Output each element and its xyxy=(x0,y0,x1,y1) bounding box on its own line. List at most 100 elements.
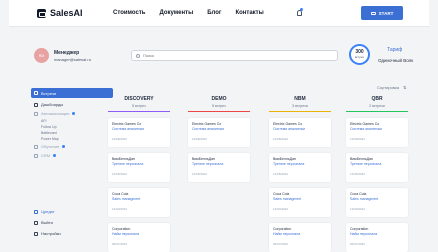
card-date: 05/07/2022 xyxy=(112,242,128,246)
card-date: 12/05/2022 xyxy=(192,172,208,176)
meeting-card[interactable]: Electric Games Co Система аналитики 12/08/… xyxy=(346,118,408,147)
meeting-card[interactable]: Electric Games Co Система аналитики 12/08/… xyxy=(269,118,331,147)
search-box xyxy=(131,50,338,61)
sidebar-item-crm[interactable]: CRM xyxy=(31,151,113,160)
card-company: Corporation xyxy=(350,227,369,231)
start-icon xyxy=(370,11,376,15)
column-header: DISCOVERY 5 встреч xyxy=(108,96,170,112)
chart-icon xyxy=(34,102,38,107)
card-project: Найм персонала xyxy=(112,232,140,236)
meeting-card[interactable]: ВимБелльДан Тренинг персонала 12/05/2022 xyxy=(108,153,170,182)
card-company: ВимБелльДан xyxy=(112,157,135,161)
sidebar-item-label: Цредит xyxy=(41,209,55,214)
card-company: ВимБелльДан xyxy=(350,157,373,161)
card-company: ВимБелльДан xyxy=(273,157,296,161)
column-count: 5 встреч xyxy=(132,104,146,108)
meetings-quota-ring: 300 встреч xyxy=(349,44,370,65)
sidebar-item-meetings[interactable]: Встречи xyxy=(31,88,113,98)
nav-pricing[interactable]: Стоимость xyxy=(113,10,145,16)
notification-dot xyxy=(300,8,303,11)
sidebar-item-credit[interactable]: Цредит xyxy=(31,206,113,217)
card-date: 12/05/2022 xyxy=(273,172,289,176)
sidebar-item-label: Настройки xyxy=(41,231,61,236)
profile[interactable]: RM Менеджер manager@salesai.ru xyxy=(34,48,91,63)
card-project: Тренинг персонала xyxy=(350,162,382,166)
sidebar-item-training[interactable]: Обучение xyxy=(31,142,113,151)
card-date: 12/08/2022 xyxy=(112,137,128,141)
sidebar-item-label: Обучение xyxy=(41,144,60,149)
sidebar: Встречи Дашбоарды Автоматизация AFI Foll… xyxy=(31,88,113,160)
column-header: QBR 2 встречи xyxy=(346,96,408,112)
card-project: Система аналитики xyxy=(112,127,144,131)
card-company: Electric Games Co xyxy=(112,122,142,126)
quota-unit: встреч xyxy=(354,55,365,59)
search-input[interactable] xyxy=(143,53,323,58)
card-project: Система аналитики xyxy=(273,127,305,131)
nav-documents[interactable]: Документы xyxy=(159,10,193,16)
card-date: 12/08/2022 xyxy=(192,137,208,141)
card-company: Coca Cola xyxy=(112,192,129,196)
meeting-card[interactable]: Electric Games Co Система аналитики 12/08/… xyxy=(188,118,250,147)
sidebar-item-logout[interactable]: Выйти xyxy=(31,217,113,228)
kanban-column: NBM 3 встречи Electric Games Co Система ана… xyxy=(269,96,331,252)
meeting-card[interactable]: ВимБелльДан Тренинг персонала 12/05/2022 xyxy=(346,153,408,182)
column-title: DISCOVERY xyxy=(124,96,154,102)
card-company: Corporation xyxy=(112,227,131,231)
card-project: Sales managment xyxy=(273,197,302,201)
column-accent xyxy=(269,111,331,112)
meeting-card[interactable]: Coca Cola Sales managment 12/03/2022 xyxy=(346,188,408,217)
meeting-card[interactable]: Coca Cola Sales managment 12/03/2022 xyxy=(108,188,170,217)
card-date: 12/03/2022 xyxy=(350,207,366,211)
card-project: Найм персонала xyxy=(350,232,378,236)
meeting-card[interactable]: Coca Cola Sales managment 12/03/2022 xyxy=(269,188,331,217)
card-company: ВимБелльДан xyxy=(192,157,215,161)
meeting-card[interactable]: ВимБелльДан Тренинг персонала 12/05/2022 xyxy=(269,153,331,182)
sidebar-bottom: Цредит Выйти Настройки xyxy=(31,206,113,239)
nav-blog[interactable]: Блог xyxy=(207,10,221,16)
column-title: QBR xyxy=(371,96,383,102)
sidebar-item-automation[interactable]: Автоматизация xyxy=(31,109,113,118)
sort-control[interactable]: Сортировка ⇅ xyxy=(377,85,406,90)
meeting-card[interactable]: ВимБелльДан Тренинг персонала 12/05/2022 xyxy=(188,153,250,182)
search-icon xyxy=(136,53,140,58)
logout-icon xyxy=(34,220,38,225)
column-header: DEMO 5 встреч xyxy=(188,96,250,112)
calendar-icon xyxy=(34,91,38,95)
kanban-column: QBR 2 встречи Electric Games Co Система ана… xyxy=(346,96,408,252)
kanban-column: DEMO 5 встреч Electric Games Co Система ана… xyxy=(188,96,250,182)
card-company: Electric Games Co xyxy=(350,122,380,126)
logo[interactable]: SalesAI xyxy=(37,8,83,18)
card-company: Electric Games Co xyxy=(192,122,222,126)
gear-icon xyxy=(34,231,38,236)
card-project: Тренинг персонала xyxy=(112,162,144,166)
column-title: DEMO xyxy=(211,96,227,102)
card-date: 12/05/2022 xyxy=(112,172,128,176)
card-company: Electric Games Co xyxy=(273,122,303,126)
column-count: 5 встреч xyxy=(212,104,226,108)
card-date: 05/07/2022 xyxy=(350,242,366,246)
sidebar-item-label: Встречи xyxy=(41,90,57,96)
card-date: 12/03/2022 xyxy=(273,207,289,211)
card-date: 12/03/2022 xyxy=(112,207,128,211)
tariff-label[interactable]: Тариф xyxy=(387,47,402,53)
sidebar-item-settings[interactable]: Настройки xyxy=(31,228,113,239)
meeting-card[interactable]: Electric Games Co Система аналитики 12/08/… xyxy=(108,118,170,147)
sort-label: Сортировка xyxy=(377,85,399,90)
sidebar-item-dashboards[interactable]: Дашбоарды xyxy=(31,100,113,109)
card-date: 12/05/2022 xyxy=(350,172,366,176)
start-button[interactable]: START xyxy=(361,6,403,20)
card-project: Система аналитики xyxy=(192,127,224,131)
card-project: Найм персонала xyxy=(273,232,301,236)
logo-text: SalesAI xyxy=(50,8,83,18)
app-frame: SalesAI Стоимость Документы Блог Контакт… xyxy=(9,0,429,252)
tariff-value: Одиночный Волк xyxy=(378,58,414,63)
nav-contacts[interactable]: Контакты xyxy=(235,10,263,16)
card-date: 12/08/2022 xyxy=(273,137,289,141)
sidebar-item-label: Выйти xyxy=(41,220,53,225)
card-company: Coca Cola xyxy=(273,192,290,196)
new-badge xyxy=(62,145,66,148)
profile-role: Менеджер xyxy=(54,49,80,56)
crm-icon xyxy=(34,153,38,158)
automation-icon xyxy=(34,111,38,116)
start-label: START xyxy=(378,10,394,16)
